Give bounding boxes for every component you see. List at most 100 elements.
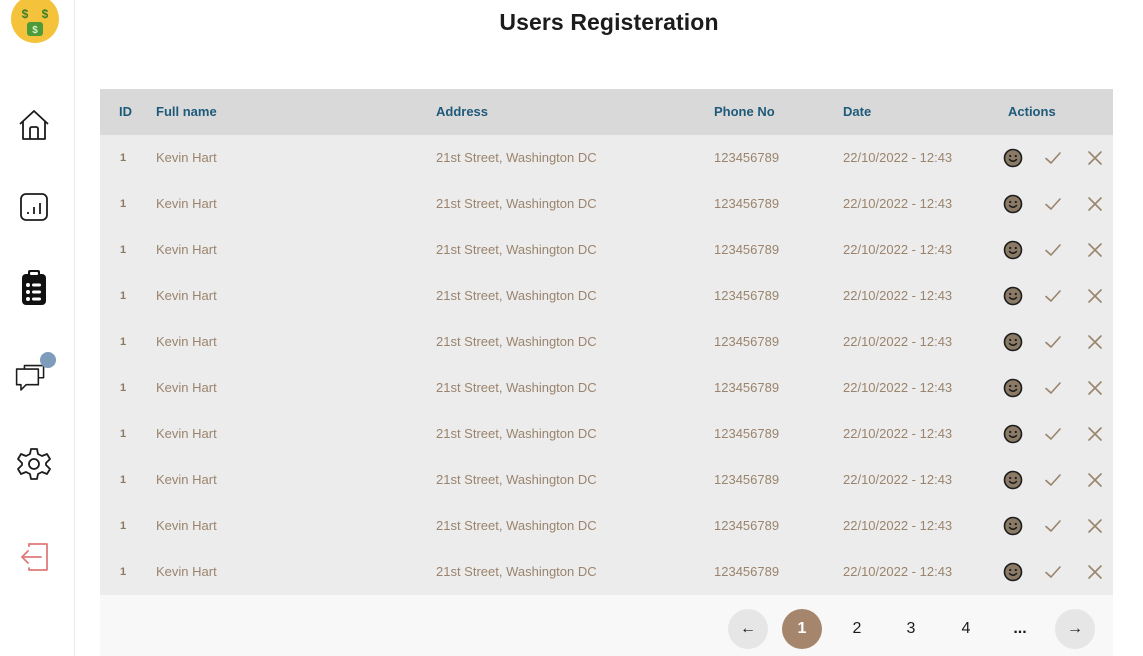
cell-date: 22/10/2022 - 12:43 (843, 518, 953, 533)
main-content: Users Registeration ID Full name Address… (75, 0, 1143, 656)
cell-id: 1 (120, 566, 127, 578)
cell-full-name: Kevin Hart (156, 288, 217, 303)
table-row[interactable]: 1 Kevin Hart 21st Street, Washington DC 123… (100, 503, 1113, 549)
svg-text:$: $ (32, 25, 38, 36)
column-header-full-name[interactable]: Full name (156, 89, 217, 135)
smiley-icon[interactable] (1003, 332, 1023, 352)
reject-close-icon[interactable] (1085, 194, 1105, 214)
cell-full-name: Kevin Hart (156, 334, 217, 349)
reject-close-icon[interactable] (1085, 286, 1105, 306)
reject-close-icon[interactable] (1085, 148, 1105, 168)
cell-date: 22/10/2022 - 12:43 (843, 472, 953, 487)
approve-check-icon[interactable] (1043, 332, 1063, 352)
cell-phone: 123456789 (714, 196, 780, 211)
page-2-button[interactable]: 2 (837, 609, 877, 649)
smiley-icon[interactable] (1003, 240, 1023, 260)
cell-date: 22/10/2022 - 12:43 (843, 426, 953, 441)
table-row[interactable]: 1 Kevin Hart 21st Street, Washington DC 123… (100, 457, 1113, 503)
reject-close-icon[interactable] (1085, 332, 1105, 352)
page-1-button[interactable]: 1 (782, 609, 822, 649)
cell-address: 21st Street, Washington DC (436, 518, 597, 533)
bar-chart-icon (20, 193, 48, 221)
svg-text:$: $ (42, 7, 49, 21)
page-title: Users Registeration (499, 9, 719, 35)
cell-address: 21st Street, Washington DC (436, 196, 597, 211)
reject-close-icon[interactable] (1085, 240, 1105, 260)
reject-close-icon[interactable] (1085, 562, 1105, 582)
cell-address: 21st Street, Washington DC (436, 288, 597, 303)
column-header-date[interactable]: Date (843, 89, 871, 135)
sidebar-item-settings[interactable] (14, 444, 54, 484)
svg-text:$: $ (22, 7, 29, 21)
reject-close-icon[interactable] (1085, 470, 1105, 490)
page-4-button[interactable]: 4 (946, 609, 986, 649)
prev-page-button[interactable]: ← (728, 609, 768, 649)
home-icon (19, 110, 49, 140)
table-row[interactable]: 1 Kevin Hart 21st Street, Washington DC 123… (100, 135, 1113, 181)
column-header-phone[interactable]: Phone No (714, 89, 775, 135)
page-3-button[interactable]: 3 (891, 609, 931, 649)
approve-check-icon[interactable] (1043, 286, 1063, 306)
cell-date: 22/10/2022 - 12:43 (843, 150, 953, 165)
sidebar-item-messages[interactable] (14, 352, 56, 396)
cell-full-name: Kevin Hart (156, 150, 217, 165)
table-row[interactable]: 1 Kevin Hart 21st Street, Washington DC 123… (100, 411, 1113, 457)
sidebar-item-logout[interactable] (14, 537, 54, 577)
notification-badge (40, 352, 56, 368)
cell-date: 22/10/2022 - 12:43 (843, 196, 953, 211)
smiley-icon[interactable] (1003, 148, 1023, 168)
cell-phone: 123456789 (714, 150, 780, 165)
smiley-icon[interactable] (1003, 470, 1023, 490)
next-page-button[interactable]: → (1055, 609, 1095, 649)
table-row[interactable]: 1 Kevin Hart 21st Street, Washington DC 123… (100, 227, 1113, 273)
reject-close-icon[interactable] (1085, 378, 1105, 398)
table-header: ID Full name Address Phone No Date Actio… (100, 89, 1113, 135)
approve-check-icon[interactable] (1043, 378, 1063, 398)
approve-check-icon[interactable] (1043, 562, 1063, 582)
smiley-icon[interactable] (1003, 516, 1023, 536)
cell-full-name: Kevin Hart (156, 242, 217, 257)
table-row[interactable]: 1 Kevin Hart 21st Street, Washington DC 123… (100, 549, 1113, 595)
column-header-address[interactable]: Address (436, 89, 488, 135)
cell-id: 1 (120, 474, 127, 486)
cell-phone: 123456789 (714, 288, 780, 303)
cell-id: 1 (120, 336, 127, 348)
sidebar-item-home[interactable] (14, 105, 54, 145)
cell-address: 21st Street, Washington DC (436, 150, 597, 165)
table-row[interactable]: 1 Kevin Hart 21st Street, Washington DC 123… (100, 365, 1113, 411)
approve-check-icon[interactable] (1043, 424, 1063, 444)
column-header-id[interactable]: ID (119, 89, 132, 135)
reject-close-icon[interactable] (1085, 424, 1105, 444)
cell-full-name: Kevin Hart (156, 196, 217, 211)
money-face-logo[interactable]: $ $ $ (10, 0, 60, 44)
column-header-actions: Actions (1008, 104, 1056, 119)
table-row[interactable]: 1 Kevin Hart 21st Street, Washington DC 123… (100, 273, 1113, 319)
smiley-icon[interactable] (1003, 286, 1023, 306)
approve-check-icon[interactable] (1043, 194, 1063, 214)
cell-id: 1 (120, 244, 127, 256)
approve-check-icon[interactable] (1043, 516, 1063, 536)
cell-date: 22/10/2022 - 12:43 (843, 380, 953, 395)
cell-id: 1 (120, 290, 127, 302)
pagination-ellipsis: ... (1013, 620, 1027, 637)
table-row[interactable]: 1 Kevin Hart 21st Street, Washington DC 123… (100, 319, 1113, 365)
reject-close-icon[interactable] (1085, 516, 1105, 536)
table-row[interactable]: 1 Kevin Hart 21st Street, Washington DC 123… (100, 181, 1113, 227)
cell-id: 1 (120, 198, 127, 210)
table-body: 1 Kevin Hart 21st Street, Washington DC 123… (100, 135, 1113, 595)
sidebar-item-registrations[interactable] (14, 268, 54, 308)
cell-phone: 123456789 (714, 426, 780, 441)
approve-check-icon[interactable] (1043, 470, 1063, 490)
cell-address: 21st Street, Washington DC (436, 564, 597, 579)
sidebar-item-stats[interactable] (14, 187, 54, 227)
cell-full-name: Kevin Hart (156, 564, 217, 579)
smiley-icon[interactable] (1003, 194, 1023, 214)
cell-date: 22/10/2022 - 12:43 (843, 242, 953, 257)
smiley-icon[interactable] (1003, 562, 1023, 582)
cell-address: 21st Street, Washington DC (436, 334, 597, 349)
approve-check-icon[interactable] (1043, 240, 1063, 260)
smiley-icon[interactable] (1003, 424, 1023, 444)
cell-address: 21st Street, Washington DC (436, 242, 597, 257)
approve-check-icon[interactable] (1043, 148, 1063, 168)
smiley-icon[interactable] (1003, 378, 1023, 398)
